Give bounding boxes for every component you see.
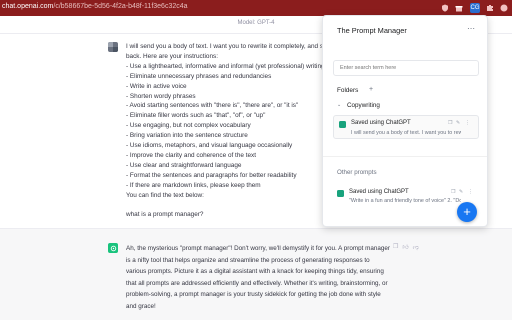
more-options-icon[interactable]: ⋯	[467, 24, 475, 33]
other-prompts-heading: Other prompts	[337, 169, 377, 176]
chevron-down-icon[interactable]: ⌄	[337, 102, 341, 108]
thumbs-down-icon[interactable]: 👎︎	[413, 243, 419, 251]
prompt-preview: "Write in a fun and friendly tone of voi…	[349, 198, 461, 204]
message-line: - Eliminate filler words such as "that",…	[126, 112, 266, 120]
profile-icon[interactable]	[499, 3, 509, 13]
message-line: I will send you a body of text. I want y…	[126, 43, 336, 50]
thumbs-up-icon[interactable]: 👍︎	[402, 243, 408, 251]
copy-icon[interactable]: ❐	[448, 120, 452, 126]
message-line: - Avoid starting sentences with "there i…	[126, 102, 299, 110]
url-path: /c/b58667be-5d56-4f2a-b48f-11f3e6c32c4a	[53, 3, 188, 10]
more-icon[interactable]: ⋮	[465, 120, 470, 126]
message-line: - Use engaging, but not complex vocabula…	[126, 122, 251, 130]
folders-heading: Folders	[337, 87, 359, 94]
more-icon[interactable]: ⋮	[468, 189, 473, 195]
message-line: - Format the sentences and paragraphs fo…	[126, 171, 297, 179]
prompt-title: Saved using ChatGPT	[349, 189, 409, 195]
saved-prompt-item[interactable]: Saved using ChatGPT "Write in a fun and …	[333, 186, 479, 208]
copy-icon[interactable]: ❐	[393, 243, 398, 251]
message-line: - Use idioms, metaphors, and visual lang…	[126, 142, 293, 150]
search-input[interactable]	[333, 60, 479, 76]
divider	[323, 156, 487, 157]
user-avatar	[108, 42, 118, 52]
prompt-preview: I will send you a body of text. I want y…	[351, 130, 461, 136]
url-host: chat.openai.com	[2, 3, 54, 10]
message-actions: ❐ 👍︎ 👎︎	[393, 243, 419, 251]
add-folder-icon[interactable]: +	[369, 86, 373, 93]
panel-title: The Prompt Manager	[337, 26, 407, 35]
assistant-message-text: Ah, the mysterious "prompt manager"! Don…	[126, 245, 390, 310]
assistant-message: Ah, the mysterious "prompt manager"! Don…	[0, 228, 512, 320]
message-line: back. Here are your instructions:	[126, 52, 218, 60]
copy-icon[interactable]: ❐	[451, 189, 455, 195]
saved-prompt-card[interactable]: Saved using ChatGPT I will send you a bo…	[333, 115, 479, 139]
message-line: - Shorten wordy phrases	[126, 92, 196, 100]
chatgpt-logo-icon	[108, 243, 118, 253]
message-line: - Use clear and straightforward language	[126, 161, 242, 169]
user-message-text: I will send you a body of text. I want y…	[126, 42, 336, 220]
message-line: what is a prompt manager?	[126, 211, 204, 219]
browser-toolbar: chat.openai.com/c/b58667be-5d56-4f2a-b48…	[0, 0, 512, 16]
edit-icon[interactable]: ✎	[459, 189, 463, 195]
message-line: You can find the text below:	[126, 191, 204, 199]
chatgpt-icon	[337, 190, 344, 197]
prompt-manager-panel: The Prompt Manager ⋯ Folders + ⌄ Copywri…	[322, 15, 488, 227]
message-line: - Use a lighthearted, informative and in…	[126, 62, 336, 70]
folder-copywriting[interactable]: Copywriting	[347, 102, 380, 109]
puzzle-extension-icon[interactable]	[485, 3, 495, 13]
address-bar[interactable]: chat.openai.com/c/b58667be-5d56-4f2a-b48…	[2, 3, 188, 10]
message-line: - Eliminate unnecessary phrases and redu…	[126, 72, 272, 80]
message-line: - Bring variation into the sentence stru…	[126, 132, 248, 140]
chatgpt-icon	[339, 121, 346, 128]
message-line: - Improve the clarity and coherence of t…	[126, 151, 257, 159]
gift-extension-icon[interactable]	[454, 3, 464, 13]
message-line: - Write in active voice	[126, 82, 187, 90]
message-line	[126, 201, 336, 211]
edit-icon[interactable]: ✎	[456, 120, 460, 126]
add-prompt-button[interactable]: +	[457, 202, 477, 222]
shield-extension-icon[interactable]	[440, 3, 450, 13]
message-line: - If there are markdown links, please ke…	[126, 181, 261, 189]
prompt-manager-extension-icon[interactable]: CG	[470, 3, 480, 13]
prompt-title: Saved using ChatGPT	[351, 120, 411, 126]
